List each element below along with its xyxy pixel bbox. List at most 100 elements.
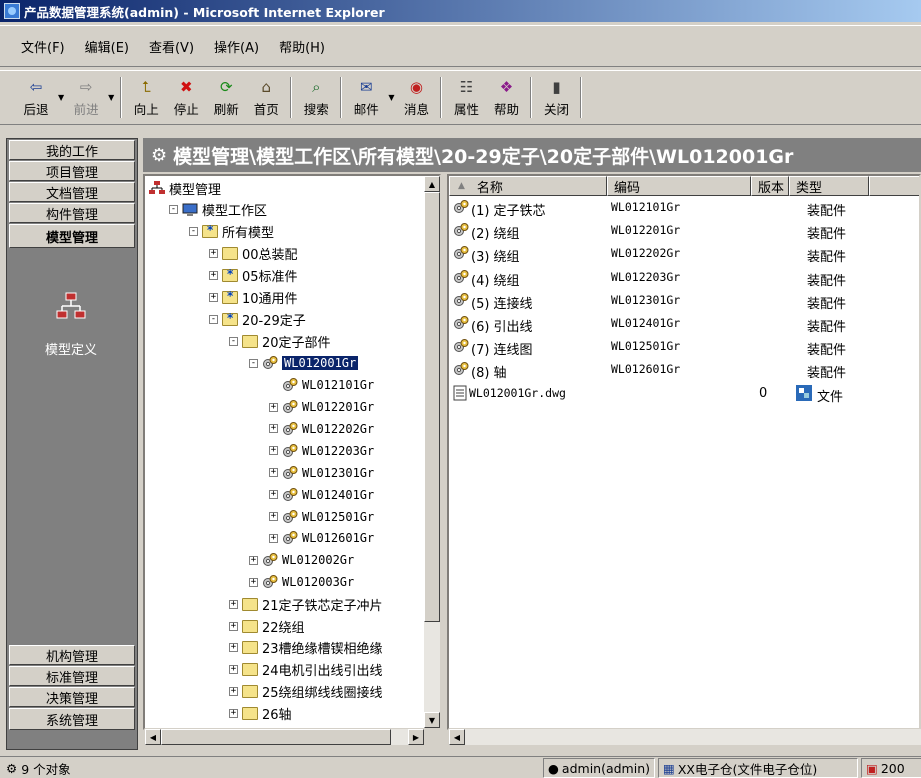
expand-icon[interactable]: + — [249, 577, 258, 587]
menu-help[interactable]: 帮助(H) — [276, 35, 328, 58]
expand-icon[interactable]: + — [229, 665, 238, 675]
tree-node[interactable]: + WL012401Gr — [269, 485, 374, 505]
toolbar-home-button[interactable]: ⌂ 首页 — [246, 71, 286, 124]
list-row[interactable]: WL012001Gr.dwg 0 文件 — [451, 384, 919, 405]
tree-node[interactable]: + WL012002Gr — [249, 550, 354, 570]
toolbar-message-button[interactable]: ◉ 消息 — [396, 71, 436, 124]
expand-icon[interactable]: + — [229, 687, 238, 697]
expand-icon[interactable]: + — [269, 468, 278, 478]
scroll-down-button[interactable]: ▼ — [424, 712, 440, 728]
dropdown-arrow-icon[interactable]: ▼ — [386, 93, 396, 102]
menu-action[interactable]: 操作(A) — [211, 35, 262, 58]
tree-node[interactable]: + WL012501Gr — [269, 507, 374, 527]
tree-node[interactable]: + WL012601Gr — [269, 528, 374, 548]
column-header-version[interactable]: 版本 — [751, 176, 789, 196]
expand-icon[interactable]: + — [229, 621, 238, 631]
collapse-icon[interactable]: - — [249, 358, 258, 368]
tree-node[interactable]: - 20-29定子 — [209, 309, 306, 329]
tree-node[interactable]: WL012101Gr — [269, 375, 374, 395]
list-row[interactable]: (8) 轴 WL012601Gr 装配件 — [451, 360, 919, 381]
expand-icon[interactable]: + — [229, 599, 238, 609]
dropdown-arrow-icon[interactable]: ▼ — [106, 93, 116, 102]
tree-node[interactable]: - WL012001Gr — [249, 353, 359, 373]
tree-node[interactable]: +10通用件 — [209, 288, 298, 308]
nav-standard-management[interactable]: 标准管理 — [9, 666, 135, 686]
scroll-right-button[interactable]: ▶ — [408, 729, 424, 745]
scroll-left-button[interactable]: ◀ — [449, 729, 465, 745]
toolbar-refresh-button[interactable]: ⟳ 刷新 — [206, 71, 246, 124]
expand-icon[interactable]: + — [269, 490, 278, 500]
nav-decision-management[interactable]: 决策管理 — [9, 687, 135, 707]
toolbar-help-book-button[interactable]: ❖ 帮助 — [486, 71, 526, 124]
collapse-icon[interactable]: - — [189, 227, 198, 237]
column-header-name[interactable]: ▲ 名称 — [449, 176, 607, 196]
column-header-code[interactable]: 编码 — [607, 176, 751, 196]
expand-icon[interactable]: + — [229, 643, 238, 653]
expand-icon[interactable]: + — [269, 512, 278, 521]
nav-document-management[interactable]: 文档管理 — [9, 182, 135, 202]
list-row[interactable]: (2) 绕组 WL012201Gr 装配件 — [451, 221, 919, 242]
list-row[interactable]: (3) 绕组 WL012202Gr 装配件 — [451, 244, 919, 265]
scroll-up-button[interactable]: ▲ — [424, 176, 440, 192]
menu-view[interactable]: 查看(V) — [146, 35, 197, 58]
menu-file[interactable]: 文件(F) — [18, 35, 68, 58]
tree-node[interactable]: +21定子铁芯定子冲片 — [229, 594, 383, 614]
tree-node[interactable]: + WL012201Gr — [269, 397, 374, 417]
toolbar-close-door-button[interactable]: ▮ 关闭 — [536, 71, 576, 124]
nav-project-management[interactable]: 项目管理 — [9, 161, 135, 181]
expand-icon[interactable]: + — [269, 402, 278, 412]
nav-system-management[interactable]: 系统管理 — [9, 708, 135, 730]
expand-icon[interactable]: + — [229, 709, 238, 719]
tree-node[interactable]: + WL012003Gr — [249, 572, 354, 592]
tree-node[interactable]: + WL012301Gr — [269, 463, 374, 483]
tree-node[interactable]: - 模型工作区 — [169, 200, 267, 220]
column-header-type[interactable]: 类型 — [789, 176, 869, 196]
tree-node[interactable]: +05标准件 — [209, 266, 298, 286]
expand-icon[interactable]: + — [209, 249, 218, 259]
tree-horizontal-scrollbar[interactable]: ◀ ▶ — [145, 729, 424, 745]
expand-icon[interactable]: + — [269, 424, 278, 434]
tree-node[interactable]: +23槽绝缘槽锲相绝缘 — [229, 638, 383, 658]
expand-icon[interactable]: + — [269, 446, 278, 456]
nav-my-work[interactable]: 我的工作 — [9, 140, 135, 160]
model-definition-item[interactable]: 模型定义 — [7, 289, 135, 358]
toolbar-search-button[interactable]: ⌕ 搜索 — [296, 71, 336, 124]
tree-node[interactable]: +22绕组 — [229, 616, 305, 636]
nav-organization-management[interactable]: 机构管理 — [9, 645, 135, 665]
scroll-left-button[interactable]: ◀ — [145, 729, 161, 745]
toolbar-mail-button[interactable]: ✉ 邮件 — [346, 71, 386, 124]
tree-node[interactable]: +24电机引出线引出线 — [229, 660, 383, 680]
tree-node[interactable]: + WL012202Gr — [269, 419, 374, 439]
expand-icon[interactable]: + — [209, 271, 218, 281]
scroll-thumb[interactable] — [424, 192, 440, 622]
expand-icon[interactable]: + — [269, 533, 278, 543]
list-horizontal-scrollbar[interactable]: ◀ — [449, 729, 921, 745]
tree-node[interactable]: + WL012203Gr — [269, 441, 374, 461]
nav-model-management[interactable]: 模型管理 — [9, 224, 135, 248]
expand-icon[interactable]: + — [209, 293, 218, 302]
list-row[interactable]: (5) 连接线 WL012301Gr 装配件 — [451, 291, 919, 312]
list-row[interactable]: (1) 定子铁芯 WL012101Gr 装配件 — [451, 198, 919, 219]
tree-node[interactable]: +25绕组绑线线圈接线 — [229, 682, 383, 702]
list-row[interactable]: (7) 连线图 WL012501Gr 装配件 — [451, 337, 919, 358]
nav-component-management[interactable]: 构件管理 — [9, 203, 135, 223]
toolbar-properties-button[interactable]: ☷ 属性 — [446, 71, 486, 124]
tree-node[interactable]: - 20定子部件 — [229, 331, 331, 351]
scroll-thumb[interactable] — [161, 729, 391, 745]
collapse-icon[interactable]: - — [209, 314, 218, 324]
collapse-icon[interactable]: - — [169, 205, 178, 215]
tree-vertical-scrollbar[interactable]: ▲ ▼ — [424, 176, 440, 728]
menu-edit[interactable]: 编辑(E) — [82, 35, 132, 58]
toolbar-stop-button[interactable]: ✖ 停止 — [166, 71, 206, 124]
list-row[interactable]: (4) 绕组 WL012203Gr 装配件 — [451, 268, 919, 289]
dropdown-arrow-icon[interactable]: ▼ — [56, 93, 66, 102]
tree-node[interactable]: 模型管理 — [149, 178, 221, 198]
toolbar-folder-up-button[interactable]: ⮤ 向上 — [126, 71, 166, 124]
list-row[interactable]: (6) 引出线 WL012401Gr 装配件 — [451, 314, 919, 335]
tree-node[interactable]: +00总装配 — [209, 244, 298, 264]
collapse-icon[interactable]: - — [229, 336, 238, 346]
tree-node[interactable]: +26轴 — [229, 704, 292, 724]
tree-node[interactable]: - 所有模型 — [189, 222, 274, 242]
expand-icon[interactable]: + — [249, 555, 258, 565]
toolbar-back-arrow-button[interactable]: ⇦ 后退 — [16, 71, 56, 124]
